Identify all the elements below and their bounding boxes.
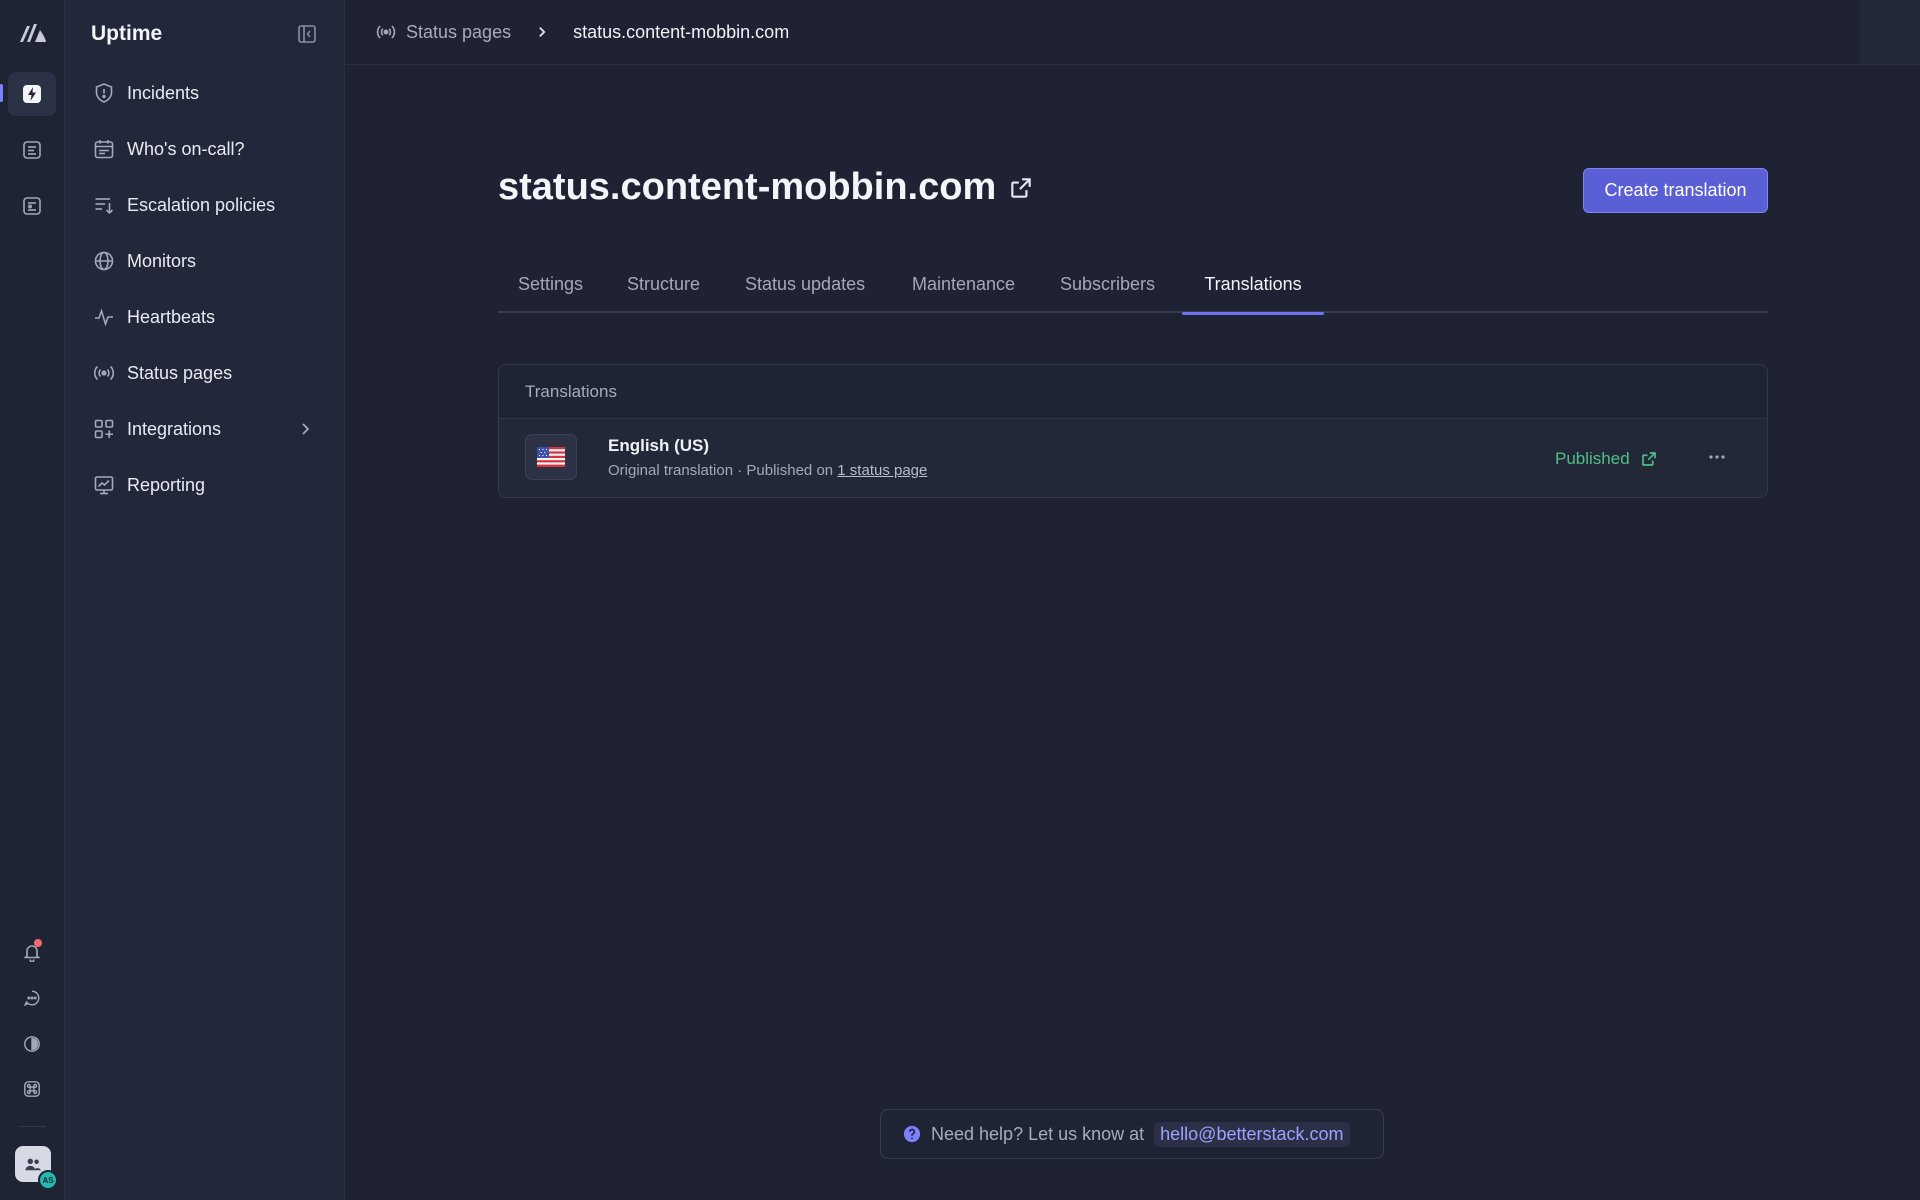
sidebar-item-label: Monitors bbox=[127, 250, 197, 271]
translations-card-header: Translations bbox=[499, 365, 1767, 419]
broadcast-icon bbox=[376, 25, 396, 39]
sidebar-item-escalation-policies[interactable]: Escalation policies bbox=[89, 185, 321, 225]
page-title: status.content-mobbin.com bbox=[498, 166, 1034, 209]
broadcast-icon bbox=[93, 365, 115, 381]
tab-maintenance[interactable]: Maintenance bbox=[912, 256, 1015, 313]
rail-separator bbox=[20, 1126, 46, 1127]
shield-alert-icon bbox=[95, 83, 113, 103]
rail-theme-button[interactable] bbox=[8, 1022, 56, 1066]
logo-icon[interactable] bbox=[18, 20, 48, 44]
breadcrumb: Status pages status.content-mobbin.com bbox=[346, 0, 1920, 65]
sidebar-item-whos-on-call[interactable]: Who's on-call? bbox=[89, 129, 321, 169]
sidebar-item-label: Reporting bbox=[127, 474, 206, 495]
sidebar-item-status-pages[interactable]: Status pages bbox=[89, 353, 321, 393]
tab-translations[interactable]: Translations bbox=[1182, 256, 1324, 315]
sidebar-item-reporting[interactable]: Reporting bbox=[89, 465, 321, 505]
chat-icon bbox=[23, 990, 40, 1007]
tab-settings[interactable]: Settings bbox=[518, 256, 583, 313]
rail-active-indicator bbox=[0, 84, 3, 102]
breadcrumb-current: status.content-mobbin.com bbox=[573, 21, 790, 42]
row-more-button[interactable] bbox=[1705, 445, 1729, 469]
published-status[interactable]: Published bbox=[1555, 449, 1658, 469]
chart-board-icon bbox=[94, 476, 114, 495]
tab-structure[interactable]: Structure bbox=[627, 256, 700, 313]
external-link-icon bbox=[1641, 452, 1656, 466]
list-item[interactable]: English (US) Original translation · Publ… bbox=[499, 419, 1767, 497]
logs-rail-icon bbox=[23, 141, 41, 159]
help-icon bbox=[903, 1125, 921, 1143]
sidebar-item-heartbeats[interactable]: Heartbeats bbox=[89, 297, 321, 337]
create-translation-button[interactable]: Create translation bbox=[1583, 168, 1768, 213]
grid-plus-icon bbox=[94, 419, 114, 439]
rail-dashboards-button[interactable] bbox=[8, 184, 56, 228]
dashboards-rail-icon bbox=[23, 197, 41, 215]
rail-command-button[interactable] bbox=[8, 1067, 56, 1111]
help-email-link[interactable]: hello@betterstack.com bbox=[1154, 1121, 1350, 1147]
sidebar-item-label: Incidents bbox=[127, 82, 200, 103]
rail-uptime-button[interactable] bbox=[8, 72, 56, 116]
tab-subscribers[interactable]: Subscribers bbox=[1060, 256, 1155, 313]
incidents-rail-icon bbox=[23, 85, 41, 103]
breadcrumb-status-pages-link[interactable]: Status pages bbox=[406, 22, 511, 43]
published-label: Published bbox=[1555, 449, 1630, 468]
help-text: Need help? Let us know at bbox=[931, 1123, 1145, 1144]
tab-status-updates[interactable]: Status updates bbox=[745, 256, 865, 313]
globe-icon bbox=[94, 251, 114, 271]
translation-meta: Original translation · Published on 1 st… bbox=[608, 462, 927, 479]
team-avatar-icon bbox=[25, 1158, 42, 1171]
sidebar-item-label: Status pages bbox=[127, 362, 233, 383]
sidebar-item-label: Heartbeats bbox=[127, 306, 216, 327]
topbar-edge bbox=[1860, 0, 1920, 64]
calendar-icon bbox=[94, 140, 114, 159]
app-title: Uptime bbox=[91, 22, 163, 45]
tab-bar: Settings Structure Status updates Mainte… bbox=[498, 256, 1768, 315]
external-link-icon[interactable] bbox=[1008, 175, 1034, 201]
rail-chat-button[interactable] bbox=[8, 976, 56, 1020]
chevron-right-icon bbox=[302, 423, 310, 435]
rail-logs-button[interactable] bbox=[8, 128, 56, 172]
notification-dot bbox=[34, 939, 42, 947]
sidebar-item-incidents[interactable]: Incidents bbox=[89, 73, 321, 113]
collapse-sidebar-icon[interactable] bbox=[297, 24, 317, 44]
sidebar-item-label: Who's on-call? bbox=[127, 138, 245, 159]
translation-language: English (US) bbox=[608, 436, 710, 455]
user-initials-badge[interactable]: AS bbox=[38, 1170, 58, 1190]
us-flag-icon bbox=[537, 447, 565, 467]
chevron-right-icon bbox=[539, 27, 546, 37]
translation-meta-text: Original translation · Published on bbox=[608, 462, 834, 479]
list-arrow-icon bbox=[95, 198, 114, 215]
sidebar-item-integrations[interactable]: Integrations bbox=[89, 409, 321, 449]
more-horizontal-icon bbox=[1709, 455, 1725, 459]
sidebar-item-label: Escalation policies bbox=[127, 194, 276, 215]
theme-icon bbox=[24, 1036, 40, 1052]
icon-rail: AS bbox=[0, 0, 65, 1200]
command-icon bbox=[24, 1081, 40, 1097]
help-banner: Need help? Let us know at hello@betterst… bbox=[880, 1109, 1384, 1159]
pulse-icon bbox=[95, 308, 113, 327]
sidebar-item-monitors[interactable]: Monitors bbox=[89, 241, 321, 281]
status-page-count-link[interactable]: 1 status page bbox=[837, 462, 927, 479]
rail-notifications-button[interactable] bbox=[8, 930, 56, 974]
translations-card: Translations English (US) Original trans… bbox=[498, 364, 1768, 498]
sidebar-item-label: Integrations bbox=[127, 418, 222, 439]
page-title-text: status.content-mobbin.com bbox=[498, 166, 997, 208]
sidebar: Uptime Incidents Who's on-call? Escalati… bbox=[65, 0, 345, 1200]
flag-container bbox=[525, 434, 577, 480]
